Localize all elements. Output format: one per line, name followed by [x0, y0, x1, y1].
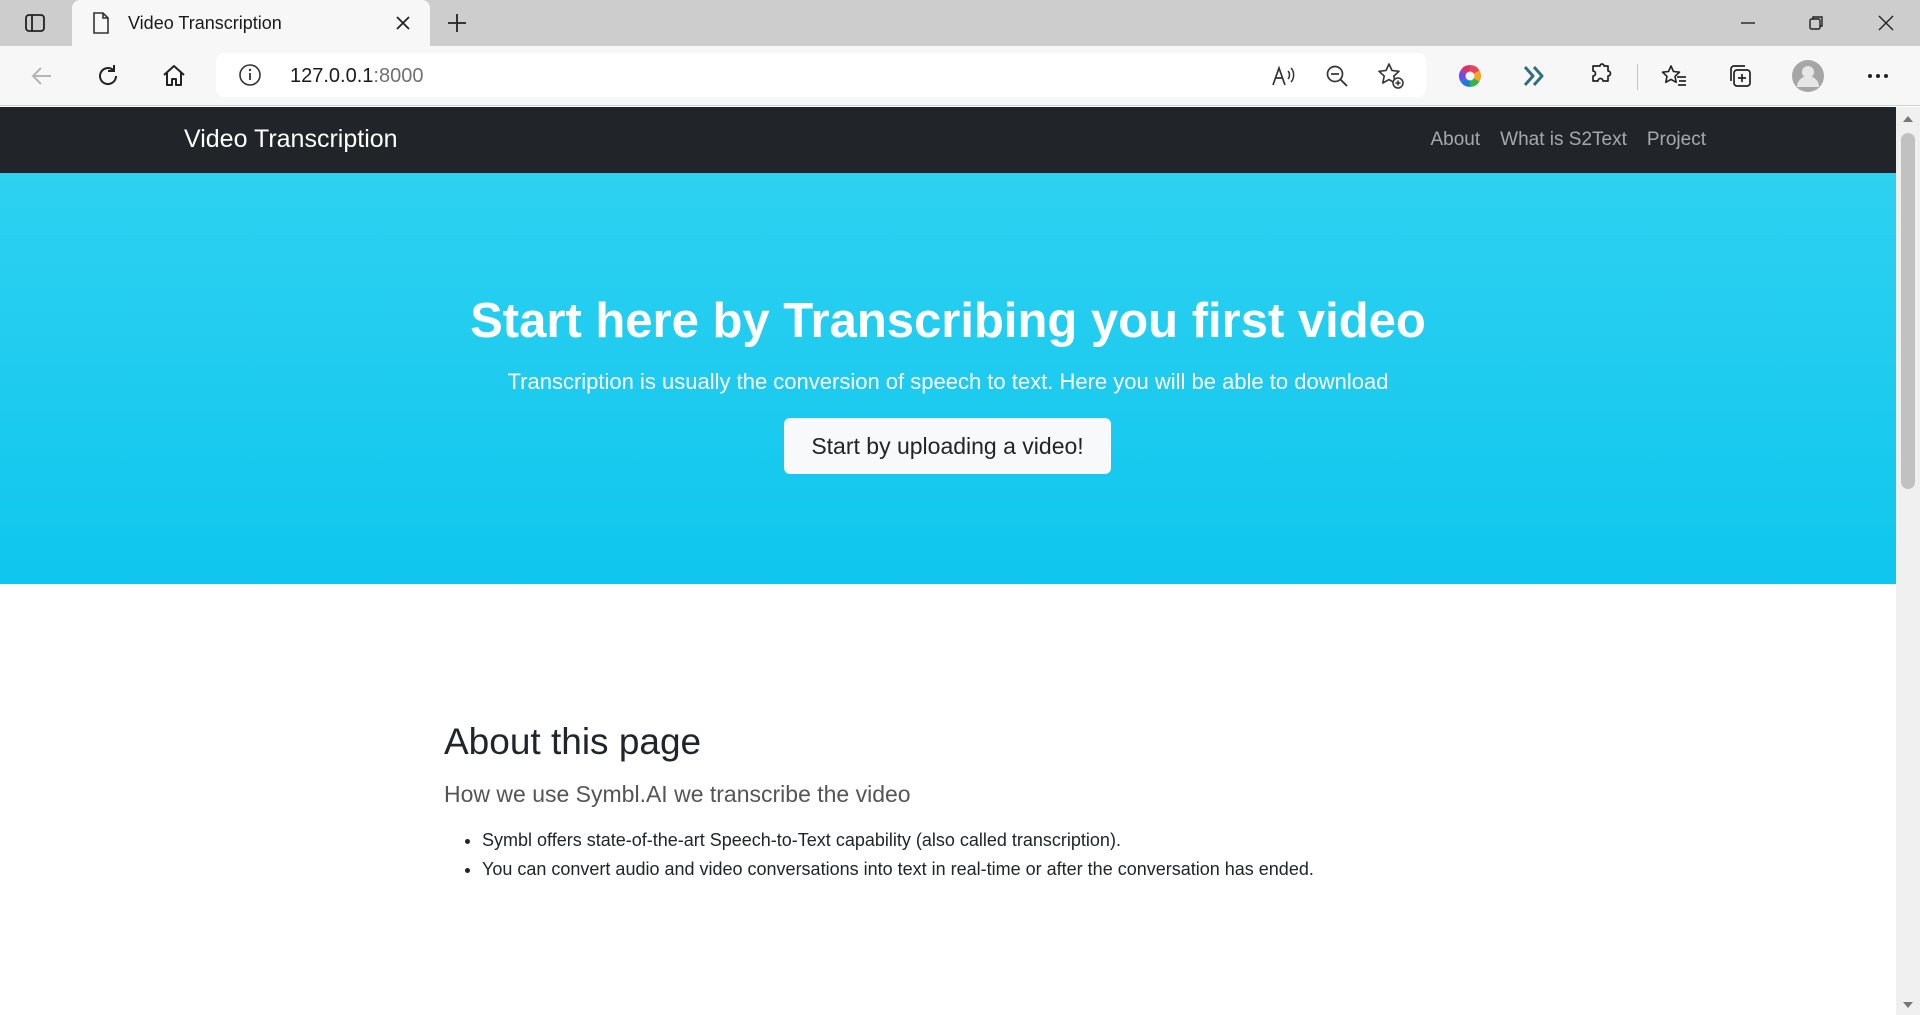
refresh-icon[interactable] — [88, 56, 128, 96]
upload-video-button[interactable]: Start by uploading a video! — [784, 418, 1111, 474]
close-icon[interactable] — [386, 6, 420, 40]
site-navbar: Video Transcription About What is S2Text… — [0, 107, 1896, 173]
address-bar[interactable]: 127.0.0.1:8000 — [216, 53, 1426, 97]
url-text: 127.0.0.1:8000 — [290, 65, 423, 88]
list-item: You can convert audio and video conversa… — [482, 855, 1444, 884]
minimize-icon[interactable] — [1714, 0, 1782, 46]
hero-section: Start here by Transcribing you first vid… — [0, 173, 1896, 584]
about-section: About this page How we use Symbl.AI we t… — [444, 721, 1444, 884]
info-icon[interactable] — [238, 63, 262, 87]
tab-actions-icon[interactable] — [12, 8, 58, 38]
profile-icon[interactable] — [1788, 56, 1828, 96]
back-icon[interactable] — [22, 56, 62, 96]
forward-extension-icon[interactable] — [1514, 56, 1554, 96]
hero-subtitle: Transcription is usually the conversion … — [507, 369, 1389, 394]
nav-link-about[interactable]: About — [1430, 129, 1480, 151]
page-scrollbar[interactable] — [1896, 107, 1920, 1015]
navbar-links: About What is S2Text Project — [1430, 129, 1706, 151]
extensions-icon[interactable] — [1580, 56, 1620, 96]
scrollbar-thumb[interactable] — [1901, 133, 1915, 489]
about-list: Symbl offers state-of-the-art Speech-to-… — [444, 826, 1444, 884]
more-icon[interactable] — [1858, 56, 1898, 96]
browser-tab[interactable]: Video Transcription — [72, 0, 430, 46]
tab-title: Video Transcription — [128, 12, 282, 33]
window-close-icon[interactable] — [1852, 0, 1920, 46]
navbar-brand[interactable]: Video Transcription — [184, 125, 398, 154]
home-icon[interactable] — [154, 56, 194, 96]
toolbar-separator — [1637, 64, 1638, 90]
nav-link-project[interactable]: Project — [1647, 129, 1706, 151]
page-icon — [90, 12, 112, 34]
about-lead: How we use Symbl.AI we transcribe the vi… — [444, 781, 911, 807]
add-favorite-icon[interactable] — [1374, 59, 1408, 93]
copilot-icon[interactable] — [1450, 56, 1490, 96]
browser-toolbar: 127.0.0.1:8000 — [0, 46, 1920, 106]
page-viewport: Video Transcription About What is S2Text… — [0, 107, 1896, 1015]
about-heading: About this page — [444, 721, 702, 762]
list-item: Symbl offers state-of-the-art Speech-to-… — [482, 826, 1444, 855]
url-port: :8000 — [373, 65, 424, 87]
collections-icon[interactable] — [1720, 56, 1760, 96]
favorites-icon[interactable] — [1654, 56, 1694, 96]
nav-link-what-is-s2text[interactable]: What is S2Text — [1500, 129, 1627, 151]
new-tab-icon[interactable] — [440, 6, 474, 40]
url-host: 127.0.0.1 — [290, 65, 374, 87]
restore-icon[interactable] — [1782, 0, 1850, 46]
scroll-up-icon[interactable] — [1902, 113, 1914, 125]
scroll-down-icon[interactable] — [1902, 999, 1914, 1011]
hero-title: Start here by Transcribing you first vid… — [470, 294, 1426, 348]
tab-strip: Video Transcription — [0, 0, 1920, 46]
read-aloud-icon[interactable] — [1266, 59, 1300, 93]
zoom-out-icon[interactable] — [1320, 59, 1354, 93]
